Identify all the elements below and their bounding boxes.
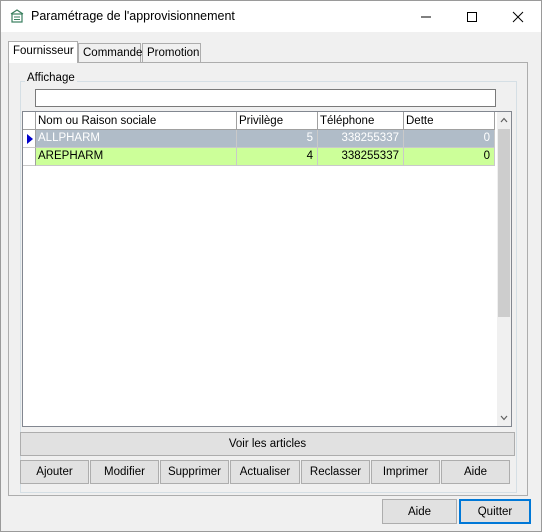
tab-commande[interactable]: Commande: [78, 43, 142, 62]
row-indicator: [23, 148, 36, 166]
minimize-icon: [421, 16, 431, 18]
close-button[interactable]: [495, 1, 541, 32]
cell-debt[interactable]: 0: [404, 130, 495, 148]
close-icon: [512, 11, 524, 23]
row-indicator: [23, 130, 36, 148]
table-row[interactable]: AREPHARM 4 338255337 0: [23, 148, 495, 166]
column-header-debt[interactable]: Dette: [404, 112, 495, 130]
column-header-privilege[interactable]: Privilège: [237, 112, 318, 130]
title-bar: Paramétrage de l'approvisionnement: [1, 1, 541, 32]
filter-input[interactable]: [35, 89, 496, 107]
app-icon: [10, 9, 24, 23]
add-button[interactable]: Ajouter: [20, 460, 89, 484]
table-row[interactable]: ALLPHARM 5 338255337 0: [23, 130, 495, 148]
help-panel-button[interactable]: Aide: [441, 460, 510, 484]
scroll-down-arrow-icon[interactable]: [500, 414, 508, 422]
scrollbar-thumb[interactable]: [498, 129, 510, 317]
maximize-icon: [467, 12, 477, 22]
tab-fournisseur[interactable]: Fournisseur: [8, 41, 78, 63]
maximize-button[interactable]: [449, 1, 495, 32]
window-title: Paramétrage de l'approvisionnement: [31, 9, 235, 23]
edit-button[interactable]: Modifier: [90, 460, 159, 484]
cell-debt[interactable]: 0: [404, 148, 495, 166]
reorder-button[interactable]: Reclasser: [301, 460, 370, 484]
help-button[interactable]: Aide: [382, 499, 457, 524]
scroll-up-arrow-icon[interactable]: [500, 116, 508, 124]
minimize-button[interactable]: [403, 1, 449, 32]
print-button[interactable]: Imprimer: [371, 460, 440, 484]
tab-promotion[interactable]: Promotion: [142, 43, 201, 62]
view-articles-button[interactable]: Voir les articles: [20, 432, 515, 456]
cell-phone[interactable]: 338255337: [318, 148, 404, 166]
grid-corner-header: [23, 112, 36, 130]
column-header-name[interactable]: Nom ou Raison sociale: [36, 112, 237, 130]
cell-name[interactable]: ALLPHARM: [36, 130, 237, 148]
main-window: Paramétrage de l'approvisionnement Fourn…: [0, 0, 542, 532]
cell-privilege[interactable]: 5: [237, 130, 318, 148]
cell-name[interactable]: AREPHARM: [36, 148, 237, 166]
grid-scrollbar[interactable]: [497, 112, 511, 426]
bottom-bar: Aide Quitter: [1, 496, 541, 531]
cell-privilege[interactable]: 4: [237, 148, 318, 166]
column-header-phone[interactable]: Téléphone: [318, 112, 404, 130]
current-row-arrow-icon: [27, 134, 33, 144]
refresh-button[interactable]: Actualiser: [230, 460, 300, 484]
cell-phone[interactable]: 338255337: [318, 130, 404, 148]
delete-button[interactable]: Supprimer: [160, 460, 229, 484]
tab-panel-fournisseur: Affichage Nom ou Raison sociale Privilèg…: [8, 62, 528, 496]
supplier-grid: Nom ou Raison sociale Privilège Téléphon…: [22, 111, 512, 427]
group-title: Affichage: [25, 72, 77, 84]
quit-button[interactable]: Quitter: [459, 499, 531, 524]
